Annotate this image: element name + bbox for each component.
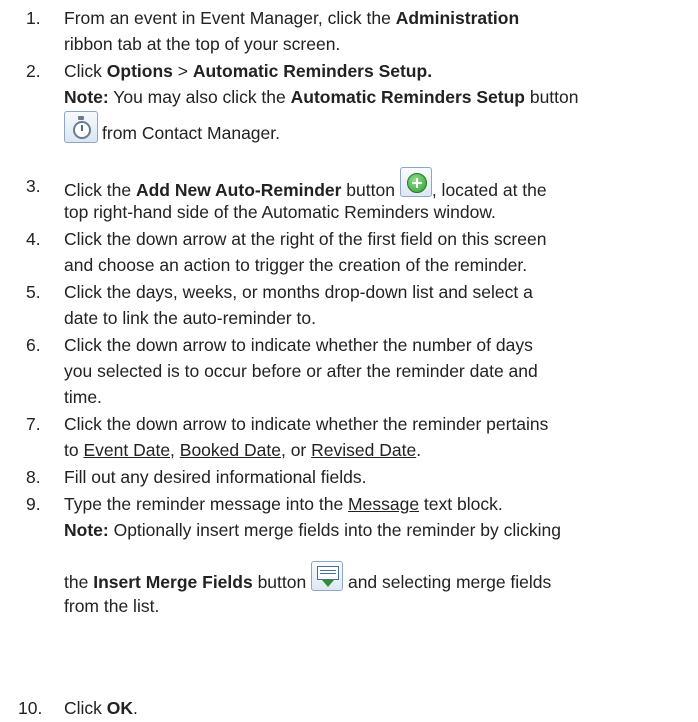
step-number: 7.: [26, 414, 41, 434]
step-text: Type the reminder message into the: [64, 494, 349, 514]
instructions-document: 1. From an event in Event Manager, click…: [0, 0, 698, 722]
ui-term: OK: [106, 698, 134, 718]
step-text: , located at the: [431, 180, 547, 200]
field-name: Message: [348, 494, 420, 514]
note-label: Note:: [64, 87, 109, 107]
step-text: and choose an action to trigger the crea…: [64, 255, 528, 275]
step-number: 9.: [26, 494, 41, 514]
step-text: Click the down arrow to indicate whether…: [64, 335, 533, 355]
step-text: Click the down arrow to indicate whether…: [64, 414, 549, 434]
field-name: Booked Date: [179, 440, 281, 460]
insert-merge-fields-icon: [311, 561, 344, 591]
timer-icon: [64, 111, 98, 144]
step-text: the: [64, 572, 94, 592]
ui-term: Add New Auto-Reminder: [135, 180, 342, 200]
step-number: 8.: [26, 467, 41, 487]
step-text: you selected is to occur before or after…: [64, 361, 538, 381]
step-text: Click: [64, 698, 107, 718]
step-text: ,: [170, 440, 180, 460]
step-text: >: [172, 61, 193, 81]
step-number: 1.: [26, 8, 41, 28]
field-name: Event Date: [83, 440, 171, 460]
step-text: and selecting merge fields: [343, 572, 552, 592]
step-text: from the list.: [64, 596, 160, 616]
step-text: Click the: [64, 180, 136, 200]
ui-term: Insert Merge Fields: [93, 572, 253, 592]
step-text: You may also click the: [108, 87, 291, 107]
field-name: Revised Date: [311, 440, 417, 460]
step-text: Click the days, weeks, or months drop-do…: [64, 282, 533, 302]
ui-term: Options: [106, 61, 173, 81]
step-text: .: [133, 698, 138, 718]
step-text: date to link the auto-reminder to.: [64, 308, 316, 328]
step-text: Fill out any desired informational field…: [64, 467, 367, 487]
step-text: top right-hand side of the Automatic Rem…: [64, 202, 496, 222]
step-text: button: [252, 572, 312, 592]
step-number: 3.: [26, 176, 41, 196]
step-text: to: [64, 440, 84, 460]
step-text: , or: [280, 440, 312, 460]
step-text: button: [341, 180, 400, 200]
step-text: Click: [64, 61, 107, 81]
step-text: ribbon tab at the top of your screen.: [64, 34, 341, 54]
step-text: from Contact Manager.: [102, 123, 280, 143]
step-number: 5.: [26, 282, 41, 302]
step-text: .: [416, 440, 422, 460]
ui-term: Administration: [395, 8, 520, 28]
step-text: Click the down arrow at the right of the…: [64, 229, 547, 249]
add-circle-icon: [399, 167, 432, 197]
note-label: Note:: [64, 520, 109, 540]
ui-term: Automatic Reminders Setup.: [192, 61, 433, 81]
step-text: Optionally insert merge fields into the …: [108, 520, 562, 540]
step-number: 4.: [26, 229, 41, 249]
step-text: time.: [64, 387, 102, 407]
step-number: 2.: [26, 61, 41, 81]
ui-term: Automatic Reminders Setup: [290, 87, 525, 107]
step-text: text block.: [419, 494, 503, 514]
step-number: 6.: [26, 335, 41, 355]
step-text: From an event in Event Manager, click th…: [64, 8, 396, 28]
step-number: 10.: [18, 698, 43, 718]
step-text: button: [524, 87, 579, 107]
